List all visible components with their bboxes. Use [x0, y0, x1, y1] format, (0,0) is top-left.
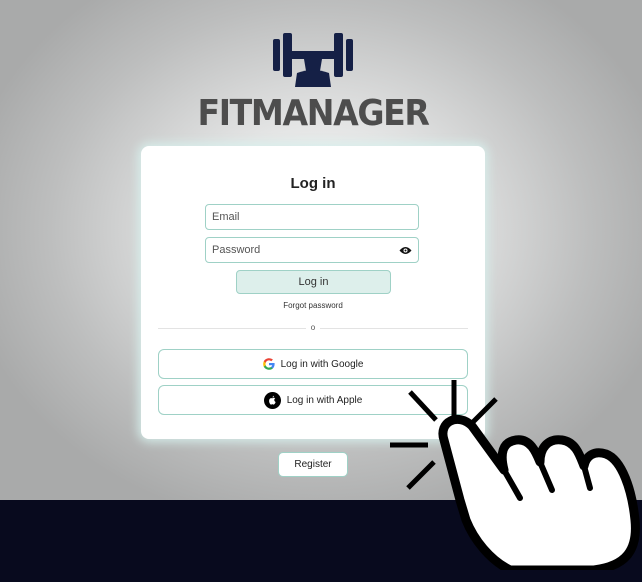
google-button-label: Log in with Google	[280, 358, 364, 370]
apple-button-label: Log in with Apple	[286, 394, 363, 406]
password-input[interactable]	[205, 237, 419, 263]
login-title: Log in	[290, 175, 336, 192]
divider-line-right	[320, 328, 468, 329]
dumbbell-bench-icon	[273, 33, 353, 87]
email-input[interactable]	[205, 204, 419, 230]
apple-icon	[263, 391, 281, 409]
forgot-password-link[interactable]: Forgot password	[141, 301, 485, 310]
google-icon	[262, 358, 275, 370]
tap-hand-icon	[390, 380, 640, 570]
register-button[interactable]: Register	[278, 452, 348, 477]
login-button[interactable]: Log in	[236, 270, 391, 294]
eye-icon[interactable]	[399, 246, 412, 255]
brand-name: FITMANAGER	[197, 93, 429, 134]
